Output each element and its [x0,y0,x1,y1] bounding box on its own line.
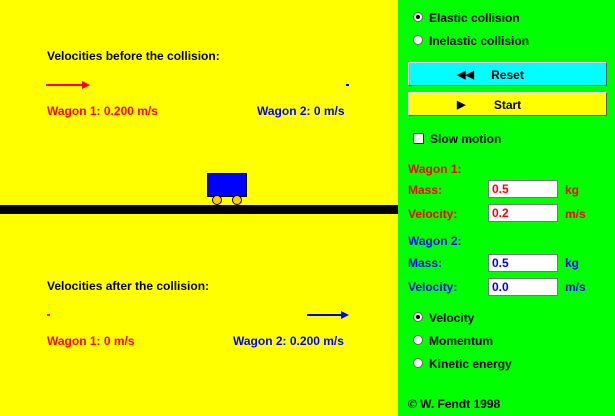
before-collision-title: Velocities before the collision: [47,49,220,63]
wagon-wheel-right [232,195,242,205]
wagon2-after-velocity-arrow [307,311,349,319]
slow-motion-checkbox[interactable] [413,133,424,144]
inelastic-collision-label[interactable]: Inelastic collision [429,34,529,48]
start-button[interactable]: ▶ Start [408,92,607,116]
start-button-label: Start [493,98,522,112]
wagon2-velocity-unit: m/s [565,280,586,294]
after-collision-title: Velocities after the collision: [47,279,210,293]
wagon1-mass-unit: kg [565,183,580,197]
wagon2-mass-unit: kg [565,256,580,270]
wagon1-header: Wagon 1: [408,162,462,176]
wagon2-velocity-input[interactable] [488,278,558,296]
elastic-collision-radio[interactable] [413,12,423,22]
after-wagon1-velocity: Wagon 1: 0 m/s [47,334,135,348]
wagon2-velocity-label: Velocity: [408,280,458,294]
wagon1-before-velocity-arrow [46,81,90,89]
wagon-wheel-left [212,195,222,205]
wagon-icon [207,173,247,197]
display-velocity-label[interactable]: Velocity [429,311,474,325]
inelastic-collision-radio[interactable] [413,35,423,45]
wagon1-mass-input[interactable] [488,180,558,198]
before-wagon2-velocity: Wagon 2: 0 m/s [257,104,345,118]
reset-button-label: Reset [491,68,524,82]
wagon1-mass-label: Mass: [408,183,443,197]
track [0,205,398,214]
simulation-canvas: Velocities before the collision: Wagon 1… [0,0,398,416]
slow-motion-label[interactable]: Slow motion [430,132,501,146]
before-wagon1-velocity: Wagon 1: 0.200 m/s [47,104,158,118]
display-kinetic-energy-label[interactable]: Kinetic energy [429,357,512,371]
wagon2-header: Wagon 2: [408,234,462,248]
display-velocity-radio[interactable] [413,312,423,322]
wagon2-mass-label: Mass: [408,256,443,270]
wagon1-velocity-unit: m/s [565,207,586,221]
elastic-collision-label[interactable]: Elastic collision [429,11,520,25]
display-kinetic-energy-radio[interactable] [413,358,423,368]
wagon1-velocity-input[interactable] [488,204,558,222]
wagon1-after-velocity-arrow [47,314,50,316]
copyright-text: © W. Fendt 1998 [408,397,501,411]
wagon2-mass-input[interactable] [488,254,558,272]
reset-button[interactable]: ◀◀ Reset [408,62,607,86]
wagon2-before-velocity-arrow [346,84,349,86]
display-momentum-label[interactable]: Momentum [429,334,493,348]
wagon1-velocity-label: Velocity: [408,207,458,221]
display-momentum-radio[interactable] [413,335,423,345]
after-wagon2-velocity: Wagon 2: 0.200 m/s [233,334,344,348]
